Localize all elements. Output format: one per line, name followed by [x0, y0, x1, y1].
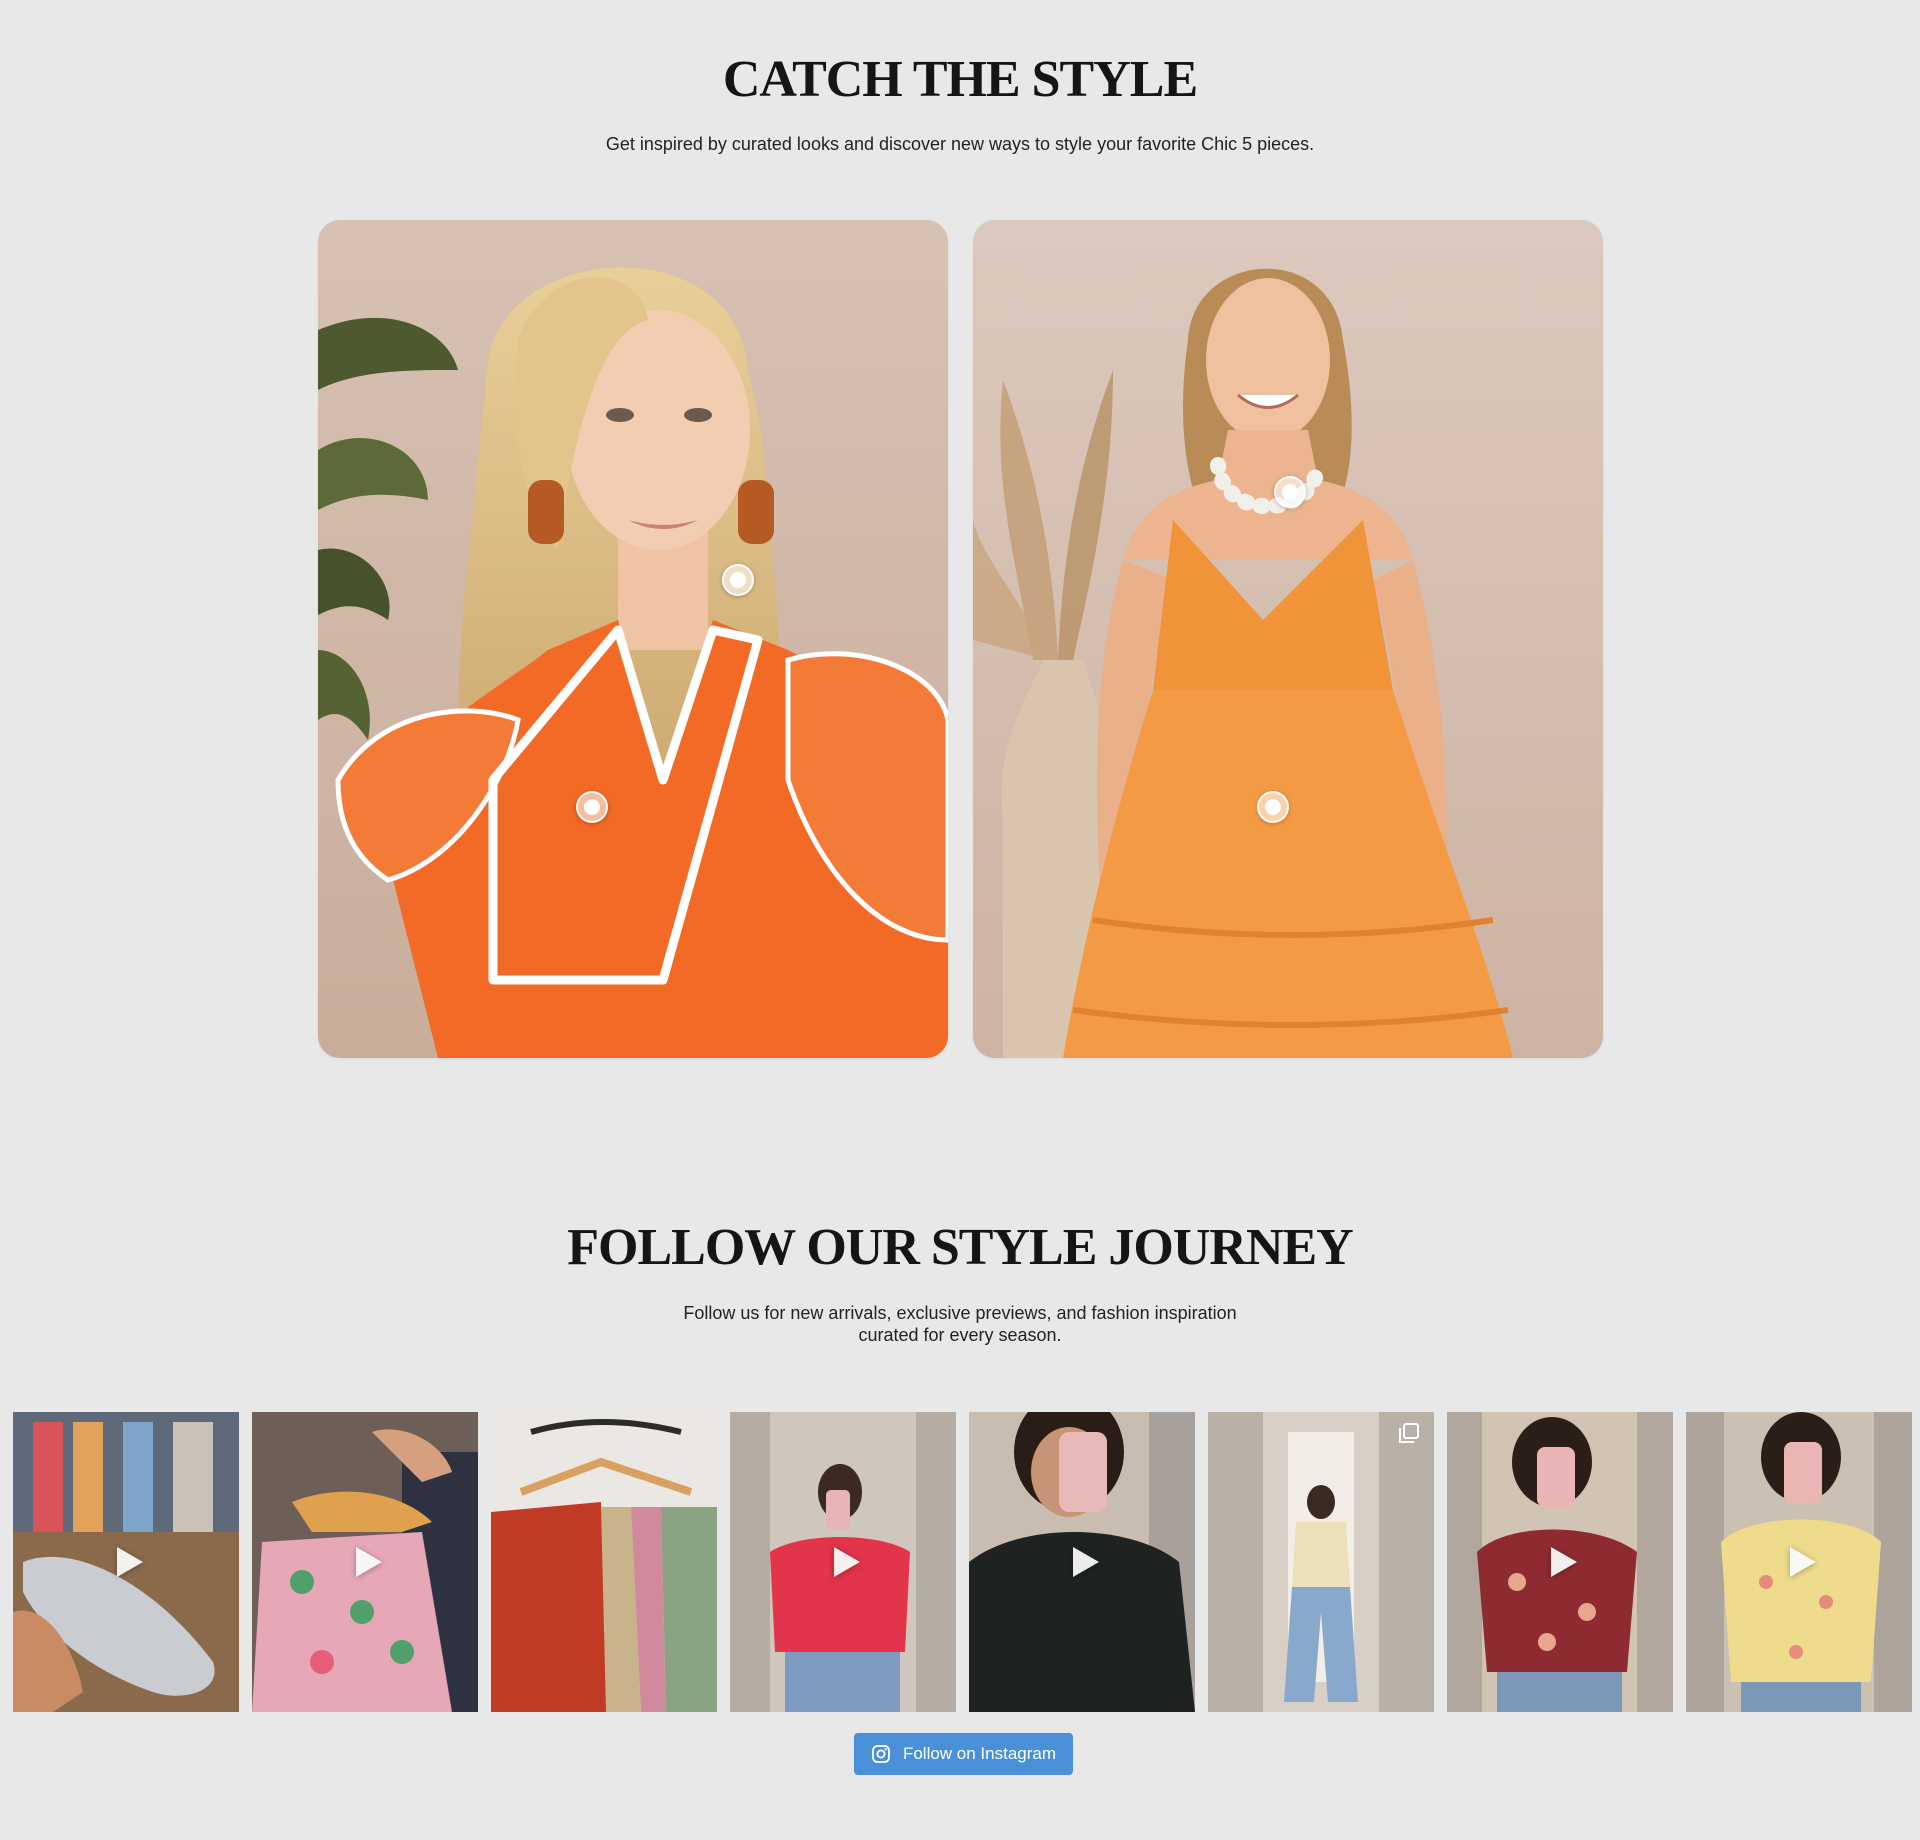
instagram-feed [13, 1412, 1912, 1712]
instagram-post[interactable] [730, 1412, 956, 1712]
play-icon [1551, 1547, 1577, 1577]
carousel-icon [1399, 1423, 1419, 1443]
instagram-post[interactable] [1208, 1412, 1434, 1712]
look-card-orange-dress[interactable] [973, 220, 1603, 1058]
play-icon [1790, 1547, 1816, 1577]
follow-button-label: Follow on Instagram [902, 1744, 1057, 1763]
follow-journey-title: FOLLOW OUR STYLE JOURNEY [567, 1219, 1354, 1276]
instagram-post[interactable] [13, 1412, 239, 1712]
look-image-orange-dress [973, 220, 1603, 1058]
catch-style-subtitle: Get inspired by curated looks and discov… [605, 134, 1315, 154]
instagram-icon [872, 1745, 890, 1763]
instagram-post[interactable] [252, 1412, 478, 1712]
follow-journey-subtitle: Follow us for new arrivals, exclusive pr… [683, 1303, 1237, 1345]
hotspot-earrings[interactable] [722, 564, 754, 596]
hotspot-dress[interactable] [1257, 791, 1289, 823]
hotspot-top[interactable] [576, 791, 608, 823]
play-icon [356, 1547, 382, 1577]
instagram-post[interactable] [491, 1412, 717, 1712]
play-icon [834, 1547, 860, 1577]
instagram-post[interactable] [1686, 1412, 1912, 1712]
instagram-post[interactable] [1447, 1412, 1673, 1712]
catch-style-title: CATCH THE STYLE [722, 51, 1198, 108]
post-image [1208, 1412, 1434, 1712]
instagram-post[interactable] [969, 1412, 1195, 1712]
play-icon [1073, 1547, 1099, 1577]
post-image [491, 1412, 717, 1712]
play-icon [117, 1547, 143, 1577]
look-image-orange-top [318, 220, 948, 1058]
follow-on-instagram-button[interactable]: Follow on Instagram [854, 1733, 1073, 1775]
look-card-orange-top[interactable] [318, 220, 948, 1058]
hotspot-necklace[interactable] [1274, 476, 1306, 508]
